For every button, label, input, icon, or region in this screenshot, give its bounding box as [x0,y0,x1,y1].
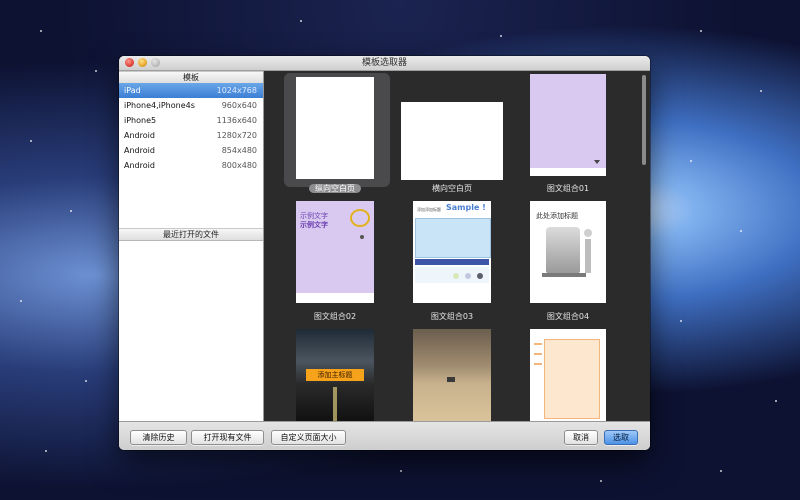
device-resolution: 1136x640 [216,116,257,125]
list-marker [534,353,542,355]
device-row-iphone4[interactable]: iPhone4,iPhone4s 960x640 [119,98,263,113]
open-existing-file-button[interactable]: 打开现有文件 [191,430,264,445]
circle-icon [453,273,459,279]
vehicle-icon [447,377,455,382]
thumb-text: 此处添加标题 [536,212,578,220]
template-thumbnail: 此处添加标题 [530,201,606,303]
laurel-icon [350,209,370,227]
device-name: Android [124,161,155,170]
device-row-android-854[interactable]: Android 854x480 [119,143,263,158]
device-row-android-800[interactable]: Android 800x480 [119,158,263,173]
template-thumbnail: 添加主标题 [296,329,374,421]
bottom-toolbar: 清除历史 打开现有文件 自定义页面大小 取消 选取 [119,421,650,450]
device-resolution: 1280x720 [216,131,257,140]
device-row-android-1280[interactable]: Android 1280x720 [119,128,263,143]
image-placeholder [415,218,491,258]
microscope-icon [546,227,580,273]
device-name: Android [124,131,155,140]
device-name: iPhone5 [124,116,157,125]
microscope-base [542,273,586,277]
thumb-text: Sample ! [446,203,486,212]
device-row-iphone5[interactable]: iPhone5 1136x640 [119,113,263,128]
template-thumbnail: Sample ! 添加添加标题 [413,201,491,303]
select-button[interactable]: 选取 [604,430,638,445]
thumb-text: 添加添加标题 [417,207,441,212]
figure-head-icon [584,229,592,237]
circle-icon [465,273,471,279]
device-name: iPad [124,86,141,95]
template-caption: 图文组合01 [546,184,590,193]
template-caption: 图文组合04 [546,312,590,321]
template-thumbnail: 示例文字 示例文字 [296,201,374,303]
recent-files-section-header: 最近打开的文件 [119,228,263,241]
title-band [415,259,489,265]
template-thumbnail [401,102,503,180]
template-thumbnail [413,329,491,421]
device-name: Android [124,146,155,155]
left-panel: 模板 iPad 1024x768 iPhone4,iPhone4s 960x64… [119,71,264,421]
window-title: 模板选取器 [361,58,407,68]
triangle-icon [594,160,600,164]
list-marker [534,363,542,365]
device-resolution: 960x640 [221,101,257,110]
footer-strip [296,293,374,303]
template-thumbnail [530,74,606,176]
figure-body-icon [585,239,591,273]
footer-strip [530,168,606,176]
device-row-ipad[interactable]: iPad 1024x768 [119,83,263,98]
cancel-button[interactable]: 取消 [564,430,598,445]
thumb-text: 添加主标题 [306,369,364,381]
road-line [333,387,337,421]
gallery-scrollbar[interactable] [640,71,648,421]
template-picker-window: 模板选取器 模板 iPad 1024x768 iPhone4,iPhone4s … [119,56,650,450]
custom-page-size-button[interactable]: 自定义页面大小 [271,430,346,445]
template-thumbnail [530,329,606,421]
device-resolution: 854x480 [221,146,257,155]
form-box [544,339,600,419]
dot-icon [360,235,364,239]
circle-icon [477,273,483,279]
list-marker [534,343,542,345]
title-bar[interactable]: 模板选取器 [119,56,650,71]
template-gallery: 纵向空白页 横向空白页 图文组合01 示例文字 示例文字 图文组合02 Samp… [264,71,650,421]
clear-history-button[interactable]: 清除历史 [130,430,187,445]
device-name: iPhone4,iPhone4s [124,101,195,110]
device-resolution: 800x480 [221,161,257,170]
template-thumbnail [296,77,374,179]
thumb-text: 示例文字 [300,221,328,229]
device-resolution: 1024x768 [216,86,257,95]
scrollbar-thumb[interactable] [642,75,646,165]
